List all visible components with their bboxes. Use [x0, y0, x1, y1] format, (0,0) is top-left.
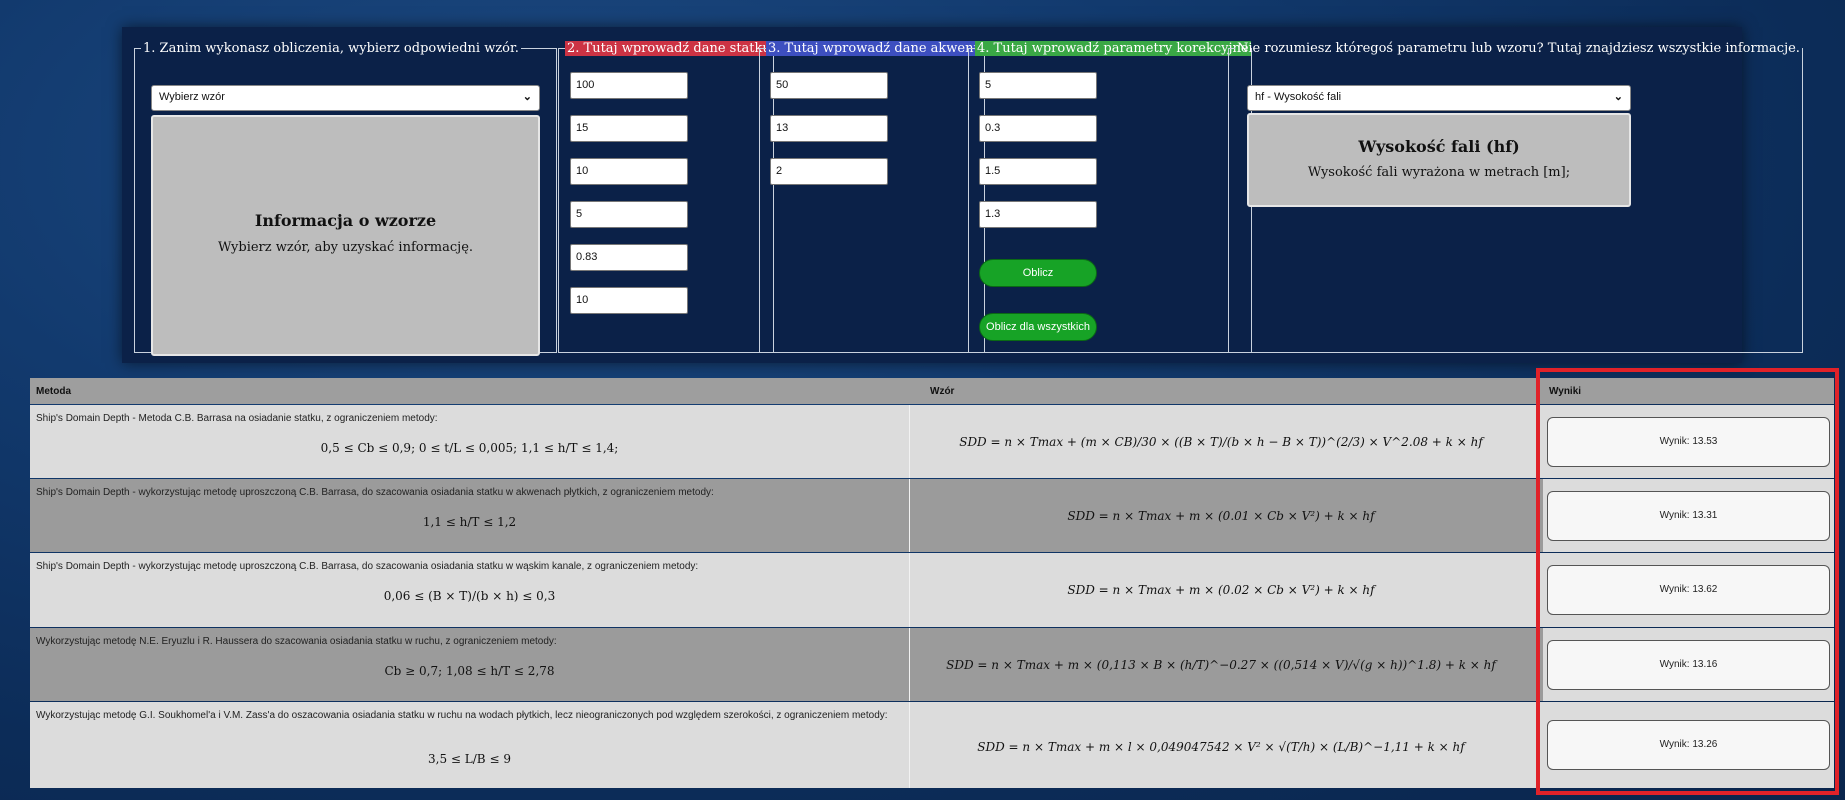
help-fieldset: Nie rozumiesz któregoś parametru lub wzo…	[1228, 41, 1803, 353]
method-condition: 1,1 ≤ h/T ≤ 1,2	[422, 515, 517, 529]
formula-info-box: Informacja o wzorze Wybierz wzór, aby uz…	[151, 115, 540, 356]
water-data-fieldset: 3. Tutaj wprowadź dane akwenu 50 13 2	[759, 41, 985, 353]
method-formula: SDD = n × Tmax + m × l × 0,049047542 × V…	[977, 740, 1465, 754]
method-condition: 0,5 ≤ Cb ≤ 0,9; 0 ≤ t/L ≤ 0,005; 1,1 ≤ h…	[320, 441, 619, 455]
ship-data-legend: 2. Tutaj wprowadź dane statku	[565, 41, 773, 56]
formula-select[interactable]: Wybierz wzór ⌄	[151, 85, 540, 111]
header-formula: Wzór	[930, 386, 955, 397]
correction-input-1[interactable]: 5	[979, 72, 1097, 99]
correction-input-3[interactable]: 1.5	[979, 158, 1097, 185]
header-method: Metoda	[36, 386, 71, 397]
method-description: Ship's Domain Depth - wykorzystując meto…	[36, 487, 714, 498]
method-description: Ship's Domain Depth - wykorzystując meto…	[36, 561, 699, 572]
method-condition: Cb ≥ 0,7; 1,08 ≤ h/T ≤ 2,78	[384, 664, 555, 678]
ship-input-4[interactable]: 5	[570, 201, 688, 228]
water-data-legend: 3. Tutaj wprowadź dane akwenu	[766, 41, 984, 56]
parameter-info-title: Wysokość fali (hf)	[1358, 137, 1520, 156]
ship-input-1[interactable]: 100	[570, 72, 688, 99]
correction-fieldset: 4. Tutaj wprowadź parametry korekcyjne 5…	[968, 41, 1252, 353]
ship-input-3[interactable]: 10	[570, 158, 688, 185]
chevron-down-icon: ⌄	[1613, 91, 1623, 103]
calculator-panel: 1. Zanim wykonasz obliczenia, wybierz od…	[122, 27, 1803, 363]
ship-input-5[interactable]: 0.83	[570, 244, 688, 271]
formula-select-value: Wybierz wzór	[159, 91, 225, 103]
method-description: Wykorzystując metodę N.E. Eryuzlu i R. H…	[36, 636, 557, 647]
chevron-down-icon: ⌄	[522, 91, 532, 103]
correction-legend: 4. Tutaj wprowadź parametry korekcyjne	[975, 41, 1251, 56]
formula-info-title: Informacja o wzorze	[254, 211, 437, 230]
water-input-2[interactable]: 13	[770, 115, 888, 142]
method-formula: SDD = n × Tmax + m × (0.01 × Cb × V²) + …	[1067, 509, 1375, 523]
correction-input-2[interactable]: 0.3	[979, 115, 1097, 142]
method-description: Wykorzystując metodę G.I. Soukhomel'a i …	[36, 710, 888, 721]
ship-data-fieldset: 2. Tutaj wprowadź dane statku 100 15 10 …	[558, 41, 774, 353]
formula-info-text: Wybierz wzór, aby uzyskać informację.	[217, 240, 474, 255]
method-description: Ship's Domain Depth - Metoda C.B. Barras…	[36, 413, 438, 424]
ship-input-2[interactable]: 15	[570, 115, 688, 142]
calculate-all-button[interactable]: Oblicz dla wszystkich	[979, 313, 1097, 341]
correction-input-4[interactable]: 1.3	[979, 201, 1097, 228]
help-legend: Nie rozumiesz któregoś parametru lub wzo…	[1237, 41, 1800, 56]
formula-legend: 1. Zanim wykonasz obliczenia, wybierz od…	[143, 41, 519, 56]
water-input-3[interactable]: 2	[770, 158, 888, 185]
calculate-button[interactable]: Oblicz	[979, 259, 1097, 287]
method-formula: SDD = n × Tmax + (m × CB)/30 × ((B × T)/…	[959, 435, 1483, 449]
results-highlight-frame	[1536, 368, 1839, 795]
ship-input-6[interactable]: 10	[570, 287, 688, 314]
parameter-select[interactable]: hf - Wysokość fali ⌄	[1247, 85, 1631, 111]
method-formula: SDD = n × Tmax + m × (0.02 × Cb × V²) + …	[1067, 583, 1375, 597]
parameter-info-box: Wysokość fali (hf) Wysokość fali wyrażon…	[1247, 113, 1631, 207]
parameter-select-value: hf - Wysokość fali	[1255, 91, 1342, 103]
method-formula: SDD = n × Tmax + m × (0,113 × B × (h/T)^…	[946, 658, 1496, 672]
method-condition: 3,5 ≤ L/B ≤ 9	[428, 752, 511, 766]
method-condition: 0,06 ≤ (B × T)/(b × h) ≤ 0,3	[383, 589, 556, 603]
parameter-info-text: Wysokość fali wyrażona w metrach [m];	[1307, 165, 1571, 180]
formula-fieldset: 1. Zanim wykonasz obliczenia, wybierz od…	[134, 41, 557, 356]
water-input-1[interactable]: 50	[770, 72, 888, 99]
